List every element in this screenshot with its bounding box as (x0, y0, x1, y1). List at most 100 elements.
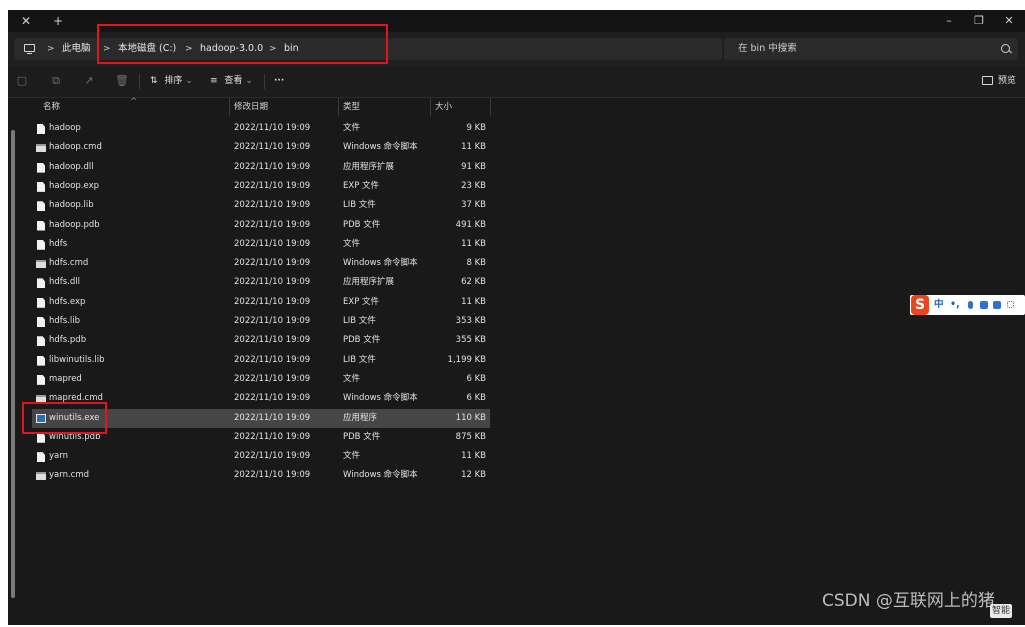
chevron-down-icon: ⌄ (245, 76, 253, 86)
breadcrumb-bin[interactable]: bin (284, 38, 299, 60)
vertical-scrollbar[interactable] (11, 130, 15, 598)
file-type: PDB 文件 (343, 431, 381, 442)
file-name: hadoop (49, 123, 81, 133)
file-name: hdfs.dll (49, 277, 81, 288)
ime-mode-label[interactable]: 中 (934, 295, 944, 315)
sort-button[interactable]: ⇅ 排序 ⌄ (150, 66, 193, 97)
file-row[interactable]: hdfs.dll 2022/11/10 19:09 应用程序扩展 62 KB (32, 273, 490, 292)
file-row[interactable]: yarn 2022/11/10 19:09 文件 11 KB (32, 447, 490, 466)
file-type: 文件 (343, 123, 361, 133)
file-type: PDB 文件 (343, 335, 381, 346)
file-row[interactable]: hadoop.lib 2022/11/10 19:09 LIB 文件 37 KB (32, 196, 490, 215)
toolbox-icon[interactable] (1007, 301, 1014, 308)
chevron-down-icon: ⌄ (185, 76, 193, 86)
file-row[interactable]: hdfs.exp 2022/11/10 19:09 EXP 文件 11 KB (32, 293, 490, 312)
file-size: 110 KB (455, 412, 486, 423)
file-icon (37, 374, 45, 385)
computer-icon[interactable] (24, 44, 35, 55)
breadcrumb-separator-icon[interactable]: > (185, 38, 193, 60)
file-size: 1,199 KB (447, 354, 486, 365)
address-row: > 此电脑 > 本地磁盘 (C:) > hadoop-3.0.0 > bin 在… (8, 32, 1025, 66)
file-size: 11 KB (461, 296, 486, 307)
breadcrumb-hadoop[interactable]: hadoop-3.0.0 (200, 38, 263, 60)
file-row[interactable]: hdfs 2022/11/10 19:09 文件 11 KB (32, 235, 490, 254)
breadcrumb-this-pc[interactable]: 此电脑 (62, 38, 91, 60)
copy-icon[interactable]: ⧉ (50, 75, 62, 87)
breadcrumb-separator-icon[interactable]: > (269, 38, 277, 60)
file-row[interactable]: winutils.pdb 2022/11/10 19:09 PDB 文件 875 KB (32, 428, 490, 447)
file-type: Windows 命令脚本 (343, 258, 418, 269)
search-input[interactable]: 在 bin 中搜索 (724, 38, 1018, 60)
file-row[interactable]: hadoop 2022/11/10 19:09 文件 9 KB (32, 119, 490, 138)
column-separator[interactable] (338, 98, 339, 116)
file-modified-date: 2022/11/10 19:09 (234, 316, 311, 326)
file-row[interactable]: yarn.cmd 2022/11/10 19:09 Windows 命令脚本 12 K… (32, 466, 490, 485)
column-header-size[interactable]: 大小 (435, 98, 452, 116)
file-type: LIB 文件 (343, 354, 376, 365)
file-modified-date: 2022/11/10 19:09 (234, 219, 311, 230)
sort-icon: ⇅ (150, 76, 158, 86)
preview-pane-icon (982, 76, 993, 85)
preview-button[interactable]: 预览 (982, 66, 1016, 97)
script-file-icon (36, 260, 46, 269)
search-icon[interactable] (1001, 44, 1010, 53)
watermark-badge-text: 智能 (991, 606, 1010, 616)
file-icon (37, 220, 45, 231)
file-row[interactable]: hadoop.pdb 2022/11/10 19:09 PDB 文件 491 KB (32, 216, 490, 235)
file-row[interactable]: hadoop.dll 2022/11/10 19:09 应用程序扩展 91 KB (32, 158, 490, 177)
breadcrumb-separator-icon[interactable]: > (103, 38, 111, 60)
keyboard-icon[interactable] (980, 301, 988, 309)
file-type: Windows 命令脚本 (343, 470, 418, 481)
file-size: 91 KB (461, 161, 486, 172)
file-modified-date: 2022/11/10 19:09 (234, 470, 311, 481)
file-name: yarn (49, 451, 68, 462)
file-type: 应用程序 (343, 412, 378, 423)
file-size: 11 KB (461, 238, 486, 249)
address-bar[interactable]: > 此电脑 > 本地磁盘 (C:) > hadoop-3.0.0 > bin (14, 38, 722, 60)
close-window-icon[interactable]: ✕ (994, 12, 1024, 30)
file-size: 12 KB (461, 470, 486, 481)
microphone-icon[interactable] (968, 301, 973, 309)
share-icon[interactable]: ↗ (83, 75, 95, 87)
file-row[interactable]: hadoop.exp 2022/11/10 19:09 EXP 文件 23 KB (32, 177, 490, 196)
breadcrumb-local-disk[interactable]: 本地磁盘 (C:) (118, 38, 176, 60)
column-separator[interactable] (490, 98, 491, 116)
file-modified-date: 2022/11/10 19:09 (234, 180, 311, 191)
file-row[interactable]: hadoop.cmd 2022/11/10 19:09 Windows 命令脚本 11… (32, 138, 490, 157)
skin-icon[interactable] (993, 301, 1001, 309)
file-row[interactable]: winutils.exe 2022/11/10 19:09 应用程序 110 KB (32, 408, 490, 428)
column-header-type[interactable]: 类型 (343, 98, 360, 116)
view-button[interactable]: ≡ 查看 ⌄ (210, 66, 253, 97)
file-row[interactable]: hdfs.pdb 2022/11/10 19:09 PDB 文件 355 KB (32, 331, 490, 350)
file-row[interactable]: hdfs.lib 2022/11/10 19:09 LIB 文件 353 KB (32, 312, 490, 331)
new-tab-icon[interactable]: + (46, 12, 70, 30)
file-modified-date: 2022/11/10 19:09 (234, 258, 311, 269)
restore-icon[interactable]: ❐ (964, 12, 994, 30)
file-icon (37, 297, 45, 308)
ime-punctuation-label[interactable]: •, (950, 295, 960, 315)
file-icon (37, 317, 45, 327)
file-row[interactable]: hdfs.cmd 2022/11/10 19:09 Windows 命令脚本 8 KB (32, 254, 490, 273)
file-modified-date: 2022/11/10 19:09 (234, 373, 311, 384)
minimize-icon[interactable]: – (934, 12, 964, 30)
delete-icon[interactable]: 🗑 (115, 75, 129, 87)
ime-logo-icon[interactable]: S (911, 295, 929, 315)
close-tab-icon[interactable]: ✕ (14, 12, 38, 30)
file-icon (37, 201, 45, 212)
column-header-modified[interactable]: 修改日期 (234, 98, 268, 116)
file-name: hdfs.cmd (49, 258, 89, 269)
file-row[interactable]: libwinutils.lib 2022/11/10 19:09 LIB 文件 1,1… (32, 351, 490, 370)
cut-icon[interactable]: ▢ (16, 75, 28, 87)
ime-toolbar[interactable]: S 中 •, (910, 295, 1025, 315)
watermark-badge: 智能 (990, 604, 1012, 618)
file-row[interactable]: mapred.cmd 2022/11/10 19:09 Windows 命令脚本 6 … (32, 389, 490, 408)
file-row[interactable]: mapred 2022/11/10 19:09 文件 6 KB (32, 370, 490, 389)
view-label: 查看 (224, 76, 243, 86)
file-size: 37 KB (461, 200, 486, 211)
breadcrumb-separator-icon[interactable]: > (47, 38, 55, 60)
file-icon (37, 278, 45, 289)
column-separator[interactable] (229, 98, 230, 116)
column-header-name[interactable]: 名称 (43, 98, 60, 116)
more-options-button[interactable]: ··· (274, 66, 284, 97)
column-separator[interactable] (430, 98, 431, 116)
